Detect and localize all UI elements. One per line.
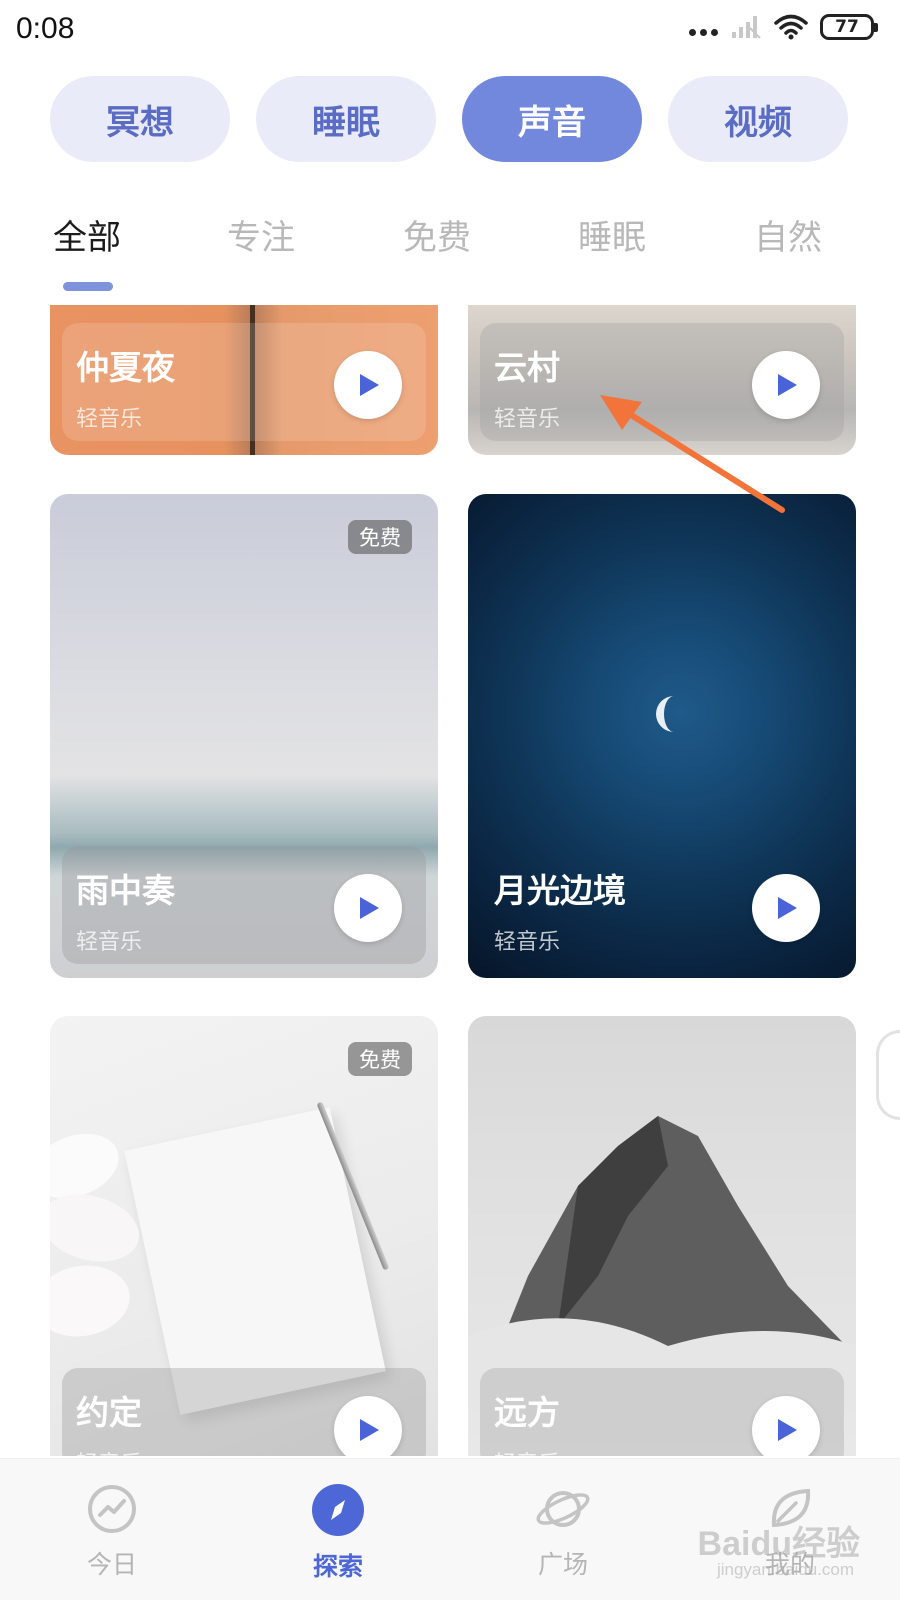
flower-petal xyxy=(50,1184,147,1272)
card-subtitle: 轻音乐 xyxy=(76,930,143,955)
nav-today[interactable]: 今日 xyxy=(52,1483,172,1581)
card-subtitle: 轻音乐 xyxy=(76,1446,142,1456)
card-subtitle: 轻音乐 xyxy=(76,407,143,432)
play-button[interactable] xyxy=(334,1396,402,1456)
card-subtitle: 轻音乐 xyxy=(494,407,561,432)
card-subtitle: 轻音乐 xyxy=(494,1446,560,1456)
play-button[interactable] xyxy=(334,874,402,942)
signal-icon xyxy=(732,16,761,39)
status-icons: 77 xyxy=(689,14,878,40)
tab-meditation[interactable]: 冥想 xyxy=(50,76,230,162)
play-button[interactable] xyxy=(334,351,402,419)
sound-card-promise[interactable]: 免费 约定 轻音乐 xyxy=(50,1016,438,1456)
flower-petal xyxy=(50,1258,136,1344)
mountain-image xyxy=(468,1116,856,1376)
play-icon xyxy=(360,1419,379,1441)
nav-label: 广场 xyxy=(537,1550,588,1579)
moon-image xyxy=(656,696,674,732)
compass-icon xyxy=(312,1484,364,1536)
card-title: 云村 xyxy=(494,348,560,387)
subtab-sleep[interactable]: 睡眠 xyxy=(578,210,646,259)
tab-sleep[interactable]: 睡眠 xyxy=(256,76,436,162)
free-badge: 免费 xyxy=(348,520,412,554)
card-title: 远方 xyxy=(494,1393,560,1432)
subtab-all[interactable]: 全部 xyxy=(53,210,121,259)
planet-icon xyxy=(536,1491,590,1527)
tab-sound[interactable]: 声音 xyxy=(462,76,642,162)
card-title: 雨中奏 xyxy=(76,871,175,910)
subtab-focus[interactable]: 专注 xyxy=(227,210,295,259)
nav-square[interactable]: 广场 xyxy=(503,1483,623,1581)
play-icon xyxy=(360,897,379,919)
status-time: 0:08 xyxy=(16,12,75,45)
status-bar: 0:08 77 xyxy=(0,0,900,62)
active-tab-indicator xyxy=(63,282,113,291)
card-title: 月光边境 xyxy=(494,871,626,910)
card-title: 约定 xyxy=(76,1393,142,1432)
battery-indicator: 77 xyxy=(820,14,878,40)
annotation-arrow-icon xyxy=(600,395,785,513)
play-icon xyxy=(778,1419,797,1441)
nav-label: 今日 xyxy=(86,1550,137,1579)
top-category-tabs: 冥想 睡眠 声音 视频 xyxy=(50,76,848,162)
tab-video[interactable]: 视频 xyxy=(668,76,848,162)
nav-label: 探索 xyxy=(312,1552,363,1581)
play-button[interactable] xyxy=(752,874,820,942)
side-drawer-handle[interactable] xyxy=(876,1030,900,1120)
sub-category-tabs: 全部 专注 免费 睡眠 自然 xyxy=(0,210,900,280)
subtab-nature[interactable]: 自然 xyxy=(754,210,822,259)
baidu-watermark: Baidu经验 xyxy=(697,1525,860,1563)
sound-card-midsummer-night[interactable]: 仲夏夜 轻音乐 xyxy=(50,305,438,455)
play-button[interactable] xyxy=(752,1396,820,1456)
card-subtitle: 轻音乐 xyxy=(494,930,561,955)
card-title: 仲夏夜 xyxy=(76,348,175,387)
free-badge: 免费 xyxy=(348,1042,412,1076)
sound-card-moonlight[interactable]: 月光边境 轻音乐 xyxy=(468,494,856,978)
chart-icon xyxy=(88,1485,136,1533)
more-dots-icon xyxy=(689,28,718,36)
play-icon xyxy=(360,374,379,396)
baidu-watermark-url: jingyan.baidu.com xyxy=(716,1560,854,1579)
subtab-free[interactable]: 免费 xyxy=(403,210,471,259)
play-icon xyxy=(778,897,797,919)
sound-card-rain[interactable]: 免费 雨中奏 轻音乐 xyxy=(50,494,438,978)
nav-explore[interactable]: 探索 xyxy=(278,1483,398,1583)
wifi-icon xyxy=(774,14,808,40)
sound-card-far-away[interactable]: 远方 轻音乐 xyxy=(468,1016,856,1456)
